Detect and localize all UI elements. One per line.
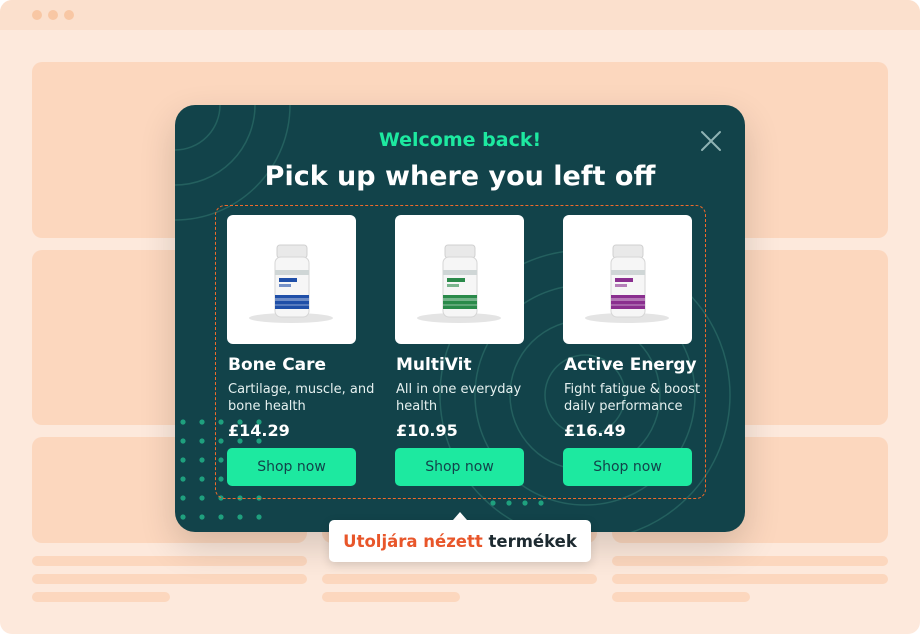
- placeholder-line: [612, 574, 888, 584]
- product-image[interactable]: [227, 215, 356, 344]
- product-description: Cartilage, muscle, and bone health: [228, 382, 375, 414]
- product-description: Fight fatigue & boost daily performance: [564, 382, 701, 414]
- decor-dot: [256, 514, 262, 520]
- decor-dot: [199, 457, 205, 463]
- product-name[interactable]: MultiVit: [396, 355, 546, 375]
- placeholder-line: [32, 592, 170, 602]
- product-name[interactable]: Active Energy: [564, 355, 714, 375]
- window-dot: [32, 10, 42, 20]
- decor-dot: [199, 419, 205, 425]
- decor-dot: [199, 495, 205, 501]
- shop-now-button[interactable]: Shop now: [563, 448, 692, 486]
- shop-now-button[interactable]: Shop now: [227, 448, 356, 486]
- callout-pointer: [453, 512, 467, 520]
- decor-dot: [199, 514, 205, 520]
- decor-dot: [180, 438, 186, 444]
- window-dot: [64, 10, 74, 20]
- placeholder-line: [32, 574, 307, 584]
- supplement-bottle-image: [249, 244, 333, 323]
- product-image[interactable]: [563, 215, 692, 344]
- placeholder-line: [612, 556, 888, 566]
- product-price: £14.29: [228, 421, 290, 440]
- shop-now-button[interactable]: Shop now: [395, 448, 524, 486]
- placeholder-line: [322, 592, 460, 602]
- decor-dot: [538, 500, 544, 506]
- decor-dot: [180, 419, 186, 425]
- product-description: All in one everyday health: [396, 382, 522, 414]
- browser-titlebar: [0, 0, 920, 30]
- product-price: £16.49: [564, 421, 626, 440]
- supplement-bottle-image: [417, 244, 501, 323]
- popup-headline: Pick up where you left off: [264, 161, 656, 192]
- decor-dot: [218, 514, 224, 520]
- placeholder-line: [612, 592, 750, 602]
- window-dot: [48, 10, 58, 20]
- decor-dot: [199, 476, 205, 482]
- decor-dot: [522, 500, 528, 506]
- recently-viewed-callout: Utoljára nézett termékek: [329, 520, 591, 562]
- product-name[interactable]: Bone Care: [228, 355, 378, 375]
- decor-dot: [506, 500, 512, 506]
- welcome-back-popup: Welcome back! Pick up where you left off…: [175, 105, 745, 532]
- popup-greeting: Welcome back!: [378, 129, 542, 151]
- supplement-bottle-image: [585, 244, 669, 323]
- decor-dot: [180, 457, 186, 463]
- product-price: £10.95: [396, 421, 458, 440]
- product-image[interactable]: [395, 215, 524, 344]
- decor-dot: [180, 476, 186, 482]
- decor-dot: [180, 514, 186, 520]
- placeholder-line: [32, 556, 307, 566]
- decor-dot: [199, 438, 205, 444]
- placeholder-line: [322, 574, 597, 584]
- callout-highlight: Utoljára nézett: [343, 531, 483, 551]
- decor-dot: [237, 514, 243, 520]
- decor-dot: [490, 500, 496, 506]
- decor-dot: [180, 495, 186, 501]
- callout-text: termékek: [488, 531, 577, 551]
